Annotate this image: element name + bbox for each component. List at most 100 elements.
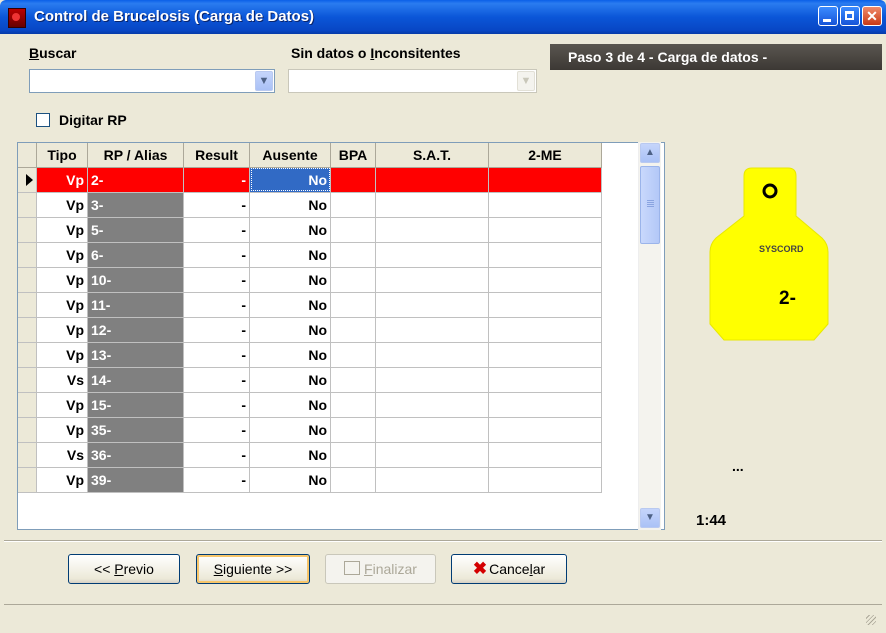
maximize-button[interactable] [840, 6, 860, 26]
finalizar-button[interactable]: Finalizar [325, 554, 436, 584]
cell-result[interactable]: - [183, 192, 250, 218]
cell-me[interactable] [488, 192, 602, 218]
cell-sat[interactable] [375, 467, 489, 493]
table-row[interactable]: Vp 5- - No [18, 217, 602, 243]
cell-me[interactable] [488, 417, 602, 443]
cell-me[interactable] [488, 392, 602, 418]
cell-sat[interactable] [375, 367, 489, 393]
cell-bpa[interactable] [330, 167, 376, 193]
cell-bpa[interactable] [330, 192, 376, 218]
siguiente-button[interactable]: Siguiente >> [196, 554, 310, 584]
cell-bpa[interactable] [330, 242, 376, 268]
cell-sat[interactable] [375, 167, 489, 193]
cell-ausente[interactable]: No [249, 342, 331, 368]
cell-ausente[interactable]: No [249, 192, 331, 218]
cell-sat[interactable] [375, 392, 489, 418]
cell-rp[interactable]: 15- [87, 392, 184, 418]
cell-me[interactable] [488, 167, 602, 193]
cell-rp[interactable]: 11- [87, 292, 184, 318]
cell-rp[interactable]: 2- [87, 167, 184, 193]
data-grid[interactable]: Tipo RP / Alias Result Ausente BPA S.A.T… [17, 142, 665, 530]
cell-tipo[interactable]: Vs [36, 367, 88, 393]
cell-me[interactable] [488, 292, 602, 318]
cell-sat[interactable] [375, 292, 489, 318]
cell-rp[interactable]: 13- [87, 342, 184, 368]
table-row[interactable]: Vp 6- - No [18, 242, 602, 268]
cell-rp[interactable]: 6- [87, 242, 184, 268]
cell-ausente[interactable]: No [249, 317, 331, 343]
cell-tipo[interactable]: Vp [36, 392, 88, 418]
table-row[interactable]: Vp 39- - No [18, 467, 602, 493]
cell-tipo[interactable]: Vp [36, 467, 88, 493]
row-indicator[interactable] [18, 442, 37, 468]
cell-ausente[interactable]: No [249, 242, 331, 268]
row-indicator[interactable] [18, 242, 37, 268]
cell-sat[interactable] [375, 267, 489, 293]
row-indicator[interactable] [18, 392, 37, 418]
chevron-up-icon[interactable]: ▲ [640, 143, 660, 163]
cell-ausente[interactable]: No [249, 392, 331, 418]
digitar-rp-checkbox[interactable] [36, 113, 50, 127]
cell-result[interactable]: - [183, 267, 250, 293]
cell-ausente[interactable]: No [249, 267, 331, 293]
cell-bpa[interactable] [330, 292, 376, 318]
row-indicator[interactable] [18, 342, 37, 368]
column-header-result[interactable]: Result [183, 143, 250, 168]
cell-tipo[interactable]: Vp [36, 217, 88, 243]
cell-me[interactable] [488, 467, 602, 493]
cell-ausente[interactable]: No [249, 217, 331, 243]
cell-ausente[interactable]: No [249, 367, 331, 393]
cell-result[interactable]: - [183, 292, 250, 318]
table-row[interactable]: Vp 13- - No [18, 342, 602, 368]
cell-bpa[interactable] [330, 217, 376, 243]
cell-result[interactable]: - [183, 317, 250, 343]
table-row[interactable]: Vp 10- - No [18, 267, 602, 293]
cell-rp[interactable]: 14- [87, 367, 184, 393]
cell-ausente[interactable]: No [249, 442, 331, 468]
cell-rp[interactable]: 35- [87, 417, 184, 443]
cell-bpa[interactable] [330, 392, 376, 418]
previo-button[interactable]: << Previo [68, 554, 180, 584]
cell-me[interactable] [488, 242, 602, 268]
cell-sat[interactable] [375, 417, 489, 443]
table-row[interactable]: Vp 35- - No [18, 417, 602, 443]
buscar-combo[interactable]: ▼ [29, 69, 275, 93]
cell-sat[interactable] [375, 192, 489, 218]
cell-rp[interactable]: 10- [87, 267, 184, 293]
cell-bpa[interactable] [330, 442, 376, 468]
cell-tipo[interactable]: Vp [36, 292, 88, 318]
cell-tipo[interactable]: Vp [36, 192, 88, 218]
cell-rp[interactable]: 12- [87, 317, 184, 343]
cell-sat[interactable] [375, 317, 489, 343]
row-indicator[interactable] [18, 417, 37, 443]
column-header-bpa[interactable]: BPA [330, 143, 376, 168]
row-indicator[interactable] [18, 167, 37, 193]
cell-tipo[interactable]: Vp [36, 267, 88, 293]
table-row[interactable]: Vp 3- - No [18, 192, 602, 218]
cell-rp[interactable]: 39- [87, 467, 184, 493]
close-button[interactable]: ✕ [862, 6, 882, 26]
row-indicator[interactable] [18, 467, 37, 493]
cell-result[interactable]: - [183, 167, 250, 193]
cell-result[interactable]: - [183, 392, 250, 418]
table-row[interactable]: Vp 12- - No [18, 317, 602, 343]
cell-result[interactable]: - [183, 467, 250, 493]
cell-sat[interactable] [375, 442, 489, 468]
cell-rp[interactable]: 3- [87, 192, 184, 218]
cell-me[interactable] [488, 217, 602, 243]
cell-result[interactable]: - [183, 342, 250, 368]
cell-bpa[interactable] [330, 467, 376, 493]
minimize-button[interactable] [818, 6, 838, 26]
cell-tipo[interactable]: Vp [36, 167, 88, 193]
chevron-down-icon[interactable]: ▼ [640, 508, 660, 528]
resize-grip-icon[interactable] [866, 615, 876, 625]
cell-result[interactable]: - [183, 367, 250, 393]
cell-ausente[interactable]: No [249, 417, 331, 443]
cell-bpa[interactable] [330, 317, 376, 343]
cell-result[interactable]: - [183, 217, 250, 243]
row-indicator[interactable] [18, 317, 37, 343]
chevron-down-icon[interactable]: ▼ [255, 71, 273, 91]
cell-me[interactable] [488, 342, 602, 368]
cell-me[interactable] [488, 317, 602, 343]
cell-result[interactable]: - [183, 242, 250, 268]
